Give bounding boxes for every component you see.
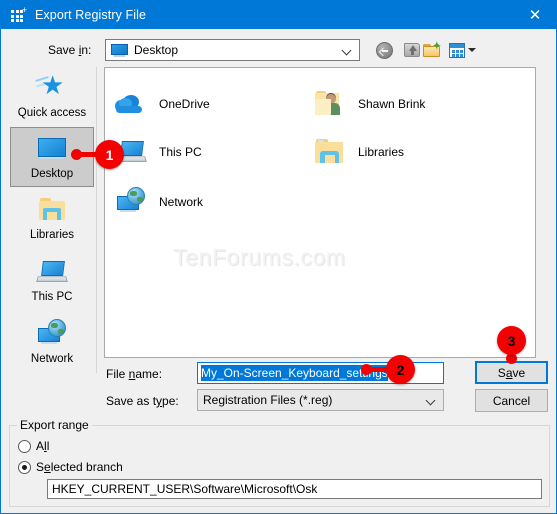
places-item-label: Libraries bbox=[29, 229, 75, 241]
places-item-this-pc[interactable]: This PC bbox=[10, 251, 94, 311]
places-item-quick-access[interactable]: ★ Quick access bbox=[10, 67, 94, 127]
radio-circle-icon bbox=[18, 439, 31, 453]
quick-access-star-icon: ★ bbox=[35, 71, 69, 105]
places-item-label: Desktop bbox=[30, 168, 74, 180]
file-item-label: OneDrive bbox=[159, 97, 210, 111]
network-globe-icon bbox=[114, 185, 148, 219]
places-item-network[interactable]: Network bbox=[10, 313, 94, 373]
radio-selected-branch-label: Selected branch bbox=[36, 460, 123, 474]
this-pc-laptop-icon bbox=[35, 255, 69, 289]
registry-editor-icon: + bbox=[10, 6, 27, 23]
save-button[interactable]: Save bbox=[475, 361, 548, 384]
views-grid-icon bbox=[449, 43, 465, 58]
file-item-label: Shawn Brink bbox=[358, 97, 426, 111]
file-item-shawn-brink[interactable]: Shawn Brink bbox=[313, 82, 425, 126]
chevron-down-icon bbox=[468, 48, 476, 52]
desktop-monitor-icon bbox=[111, 43, 128, 57]
desktop-monitor-icon bbox=[35, 132, 69, 166]
file-item-label: Libraries bbox=[358, 145, 405, 159]
places-item-label: Network bbox=[30, 353, 74, 365]
close-icon[interactable]: ✕ bbox=[512, 1, 556, 29]
title-bar: + Export Registry File ✕ bbox=[1, 1, 556, 29]
radio-selected-branch[interactable]: Selected branch bbox=[18, 460, 123, 474]
file-item-network[interactable]: Network bbox=[114, 180, 203, 224]
places-item-label: Quick access bbox=[17, 107, 87, 119]
file-item-this-pc[interactable]: This PC bbox=[114, 130, 202, 174]
new-folder-button[interactable]: ✦ bbox=[422, 39, 444, 61]
libraries-folder-icon bbox=[35, 193, 69, 227]
places-item-label: This PC bbox=[31, 291, 73, 303]
radio-circle-icon bbox=[18, 460, 31, 474]
back-button[interactable] bbox=[374, 39, 396, 61]
branch-path-value: HKEY_CURRENT_USER\Software\Microsoft\Osk bbox=[52, 482, 318, 496]
branch-path-input[interactable]: HKEY_CURRENT_USER\Software\Microsoft\Osk bbox=[47, 479, 542, 499]
save-in-value: Desktop bbox=[134, 43, 179, 57]
save-as-type-value: Registration Files (*.reg) bbox=[203, 393, 333, 407]
file-item-libraries[interactable]: Libraries bbox=[313, 130, 404, 174]
export-registry-file-dialog: + Export Registry File ✕ Save in: Deskto… bbox=[0, 0, 557, 514]
callout-badge-2: 2 bbox=[386, 355, 415, 384]
save-as-type-label: Save as type: bbox=[106, 394, 179, 408]
up-one-level-button[interactable] bbox=[402, 39, 424, 61]
onedrive-cloud-icon bbox=[114, 87, 148, 121]
views-button[interactable] bbox=[448, 39, 478, 61]
network-globe-icon bbox=[35, 317, 69, 351]
window-title: Export Registry File bbox=[35, 8, 147, 22]
file-name-value: My_On-Screen_Keyboard_settings bbox=[201, 365, 388, 381]
up-folder-icon bbox=[404, 43, 420, 57]
file-item-onedrive[interactable]: OneDrive bbox=[114, 82, 210, 126]
file-item-label: This PC bbox=[159, 145, 202, 159]
user-folder-icon bbox=[313, 87, 347, 121]
places-bar: ★ Quick access Desktop Libraries This PC bbox=[8, 67, 97, 373]
save-in-label: Save in: bbox=[48, 43, 92, 57]
radio-all-label: All bbox=[36, 439, 50, 453]
places-item-libraries[interactable]: Libraries bbox=[10, 189, 94, 249]
cancel-button[interactable]: Cancel bbox=[475, 389, 548, 412]
file-item-label: Network bbox=[159, 195, 204, 209]
watermark: TenForums.com bbox=[173, 244, 346, 270]
file-list[interactable]: TenForums.com OneDrive This PC Network S… bbox=[104, 67, 536, 358]
chevron-down-icon bbox=[427, 397, 436, 402]
callout-dot-1 bbox=[71, 149, 82, 160]
export-range-title: Export range bbox=[17, 418, 92, 432]
callout-badge-3: 3 bbox=[497, 326, 526, 355]
callout-badge-1: 1 bbox=[95, 140, 124, 169]
save-in-combobox[interactable]: Desktop bbox=[105, 39, 360, 61]
back-arrow-icon bbox=[380, 47, 388, 54]
save-as-type-combobox[interactable]: Registration Files (*.reg) bbox=[197, 389, 444, 411]
callout-dot-2 bbox=[361, 364, 372, 375]
libraries-folder-icon bbox=[313, 135, 347, 169]
new-folder-icon: ✦ bbox=[423, 42, 441, 57]
file-name-label: File name: bbox=[106, 367, 163, 381]
chevron-down-icon bbox=[343, 47, 352, 52]
radio-all[interactable]: All bbox=[18, 439, 49, 453]
